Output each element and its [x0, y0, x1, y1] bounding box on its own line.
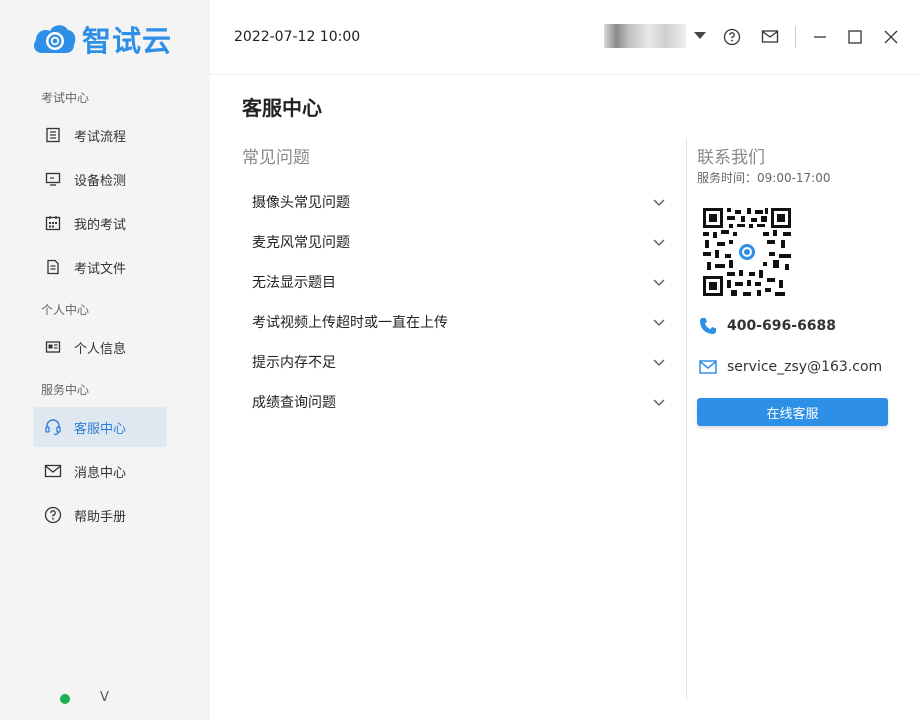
sidebar-item-customer-service[interactable]: 客服中心 — [33, 407, 167, 447]
sidebar-item-label: 考试流程 — [74, 129, 127, 145]
phone-icon — [700, 318, 716, 334]
phone-number: 400-696-6688 — [727, 318, 837, 334]
faq-section-title: 常见问题 — [242, 148, 310, 168]
sidebar-item-label: 消息中心 — [74, 465, 127, 481]
toolbar-separator — [795, 26, 796, 48]
mail-icon — [699, 360, 717, 374]
sidebar-item-device-check[interactable]: 设备检测 — [33, 159, 167, 199]
sidebar-item-label: 考试文件 — [74, 261, 127, 277]
chevron-down-icon — [653, 199, 665, 206]
calendar-icon — [44, 214, 62, 232]
mail-icon[interactable] — [760, 27, 780, 47]
sidebar-item-label: 设备检测 — [74, 173, 127, 189]
sidebar-item-my-exams[interactable]: 我的考试 — [33, 203, 167, 243]
sidebar-item-messages[interactable]: 消息中心 — [33, 451, 167, 491]
chevron-down-icon — [653, 359, 665, 366]
faq-item-score-query[interactable]: 成绩查询问题 — [242, 382, 666, 422]
faq-item-microphone[interactable]: 麦克风常见问题 — [242, 222, 666, 262]
close-icon[interactable] — [881, 27, 901, 47]
list-icon — [44, 126, 62, 144]
sidebar-item-label: 我的考试 — [74, 217, 127, 233]
faq-item-low-memory[interactable]: 提示内存不足 — [242, 342, 666, 382]
email-address[interactable]: service_zsy@163.com — [727, 359, 882, 375]
help-icon — [44, 506, 62, 524]
sidebar-item-label: 个人信息 — [74, 341, 127, 357]
monitor-icon — [44, 170, 62, 188]
faq-item-label: 无法显示题目 — [252, 275, 336, 291]
sidebar-item-help[interactable]: 帮助手册 — [33, 495, 167, 535]
chevron-down-icon — [653, 399, 665, 406]
current-datetime: 2022-07-12 10:00 — [234, 29, 361, 45]
faq-item-video-upload[interactable]: 考试视频上传超时或一直在上传 — [242, 302, 666, 342]
sidebar-item-exam-files[interactable]: 考试文件 — [33, 247, 167, 287]
minimize-icon[interactable] — [810, 27, 830, 47]
faq-item-label: 成绩查询问题 — [252, 395, 336, 411]
headset-icon — [44, 418, 62, 436]
section-divider — [686, 138, 687, 700]
chevron-down-icon — [653, 279, 665, 286]
service-hours: 服务时间：09:00-17:00 — [697, 171, 831, 185]
version-label: V — [100, 690, 109, 705]
app-logo-text: 智试云 — [82, 24, 173, 58]
faq-item-label: 提示内存不足 — [252, 355, 336, 371]
faq-item-questions-not-shown[interactable]: 无法显示题目 — [242, 262, 666, 302]
top-bar: 2022-07-12 10:00 — [210, 0, 920, 75]
contact-phone: 400-696-6688 — [698, 316, 836, 336]
faq-item-label: 考试视频上传超时或一直在上传 — [252, 315, 448, 331]
sidebar-item-label: 帮助手册 — [74, 509, 127, 525]
sidebar-item-label: 客服中心 — [74, 421, 127, 437]
qr-code — [703, 208, 791, 296]
id-card-icon — [44, 338, 62, 356]
main-content: 客服中心 常见问题 摄像头常见问题 麦克风常见问题 无法显示题目 考试视频上传超… — [210, 76, 920, 720]
faq-item-label: 麦克风常见问题 — [252, 235, 350, 251]
user-avatar[interactable] — [604, 24, 686, 48]
cloud-logo-icon — [34, 25, 76, 53]
maximize-icon[interactable] — [845, 27, 865, 47]
contact-email: service_zsy@163.com — [698, 358, 882, 376]
help-icon[interactable] — [722, 27, 742, 47]
sidebar-item-profile[interactable]: 个人信息 — [33, 327, 167, 367]
user-menu-chevron-down-icon[interactable] — [694, 32, 706, 39]
mail-icon — [44, 462, 62, 480]
page-title: 客服中心 — [242, 96, 322, 120]
group-title-service: 服务中心 — [41, 383, 90, 397]
contact-section-title: 联系我们 — [697, 148, 765, 168]
faq-item-label: 摄像头常见问题 — [252, 195, 350, 211]
sidebar-item-exam-flow[interactable]: 考试流程 — [33, 115, 167, 155]
chevron-down-icon — [653, 319, 665, 326]
online-service-button[interactable]: 在线客服 — [697, 398, 888, 426]
group-title-personal: 个人中心 — [41, 303, 90, 317]
connection-status-dot — [60, 694, 70, 704]
app-logo: 智试云 — [30, 18, 172, 60]
sidebar: 智试云 考试中心 考试流程 设备检测 我的考试 考试文件 个人中心 个人信息 服… — [0, 0, 210, 720]
faq-item-camera[interactable]: 摄像头常见问题 — [242, 182, 666, 222]
document-icon — [44, 258, 62, 276]
group-title-exam: 考试中心 — [41, 91, 90, 105]
chevron-down-icon — [653, 239, 665, 246]
